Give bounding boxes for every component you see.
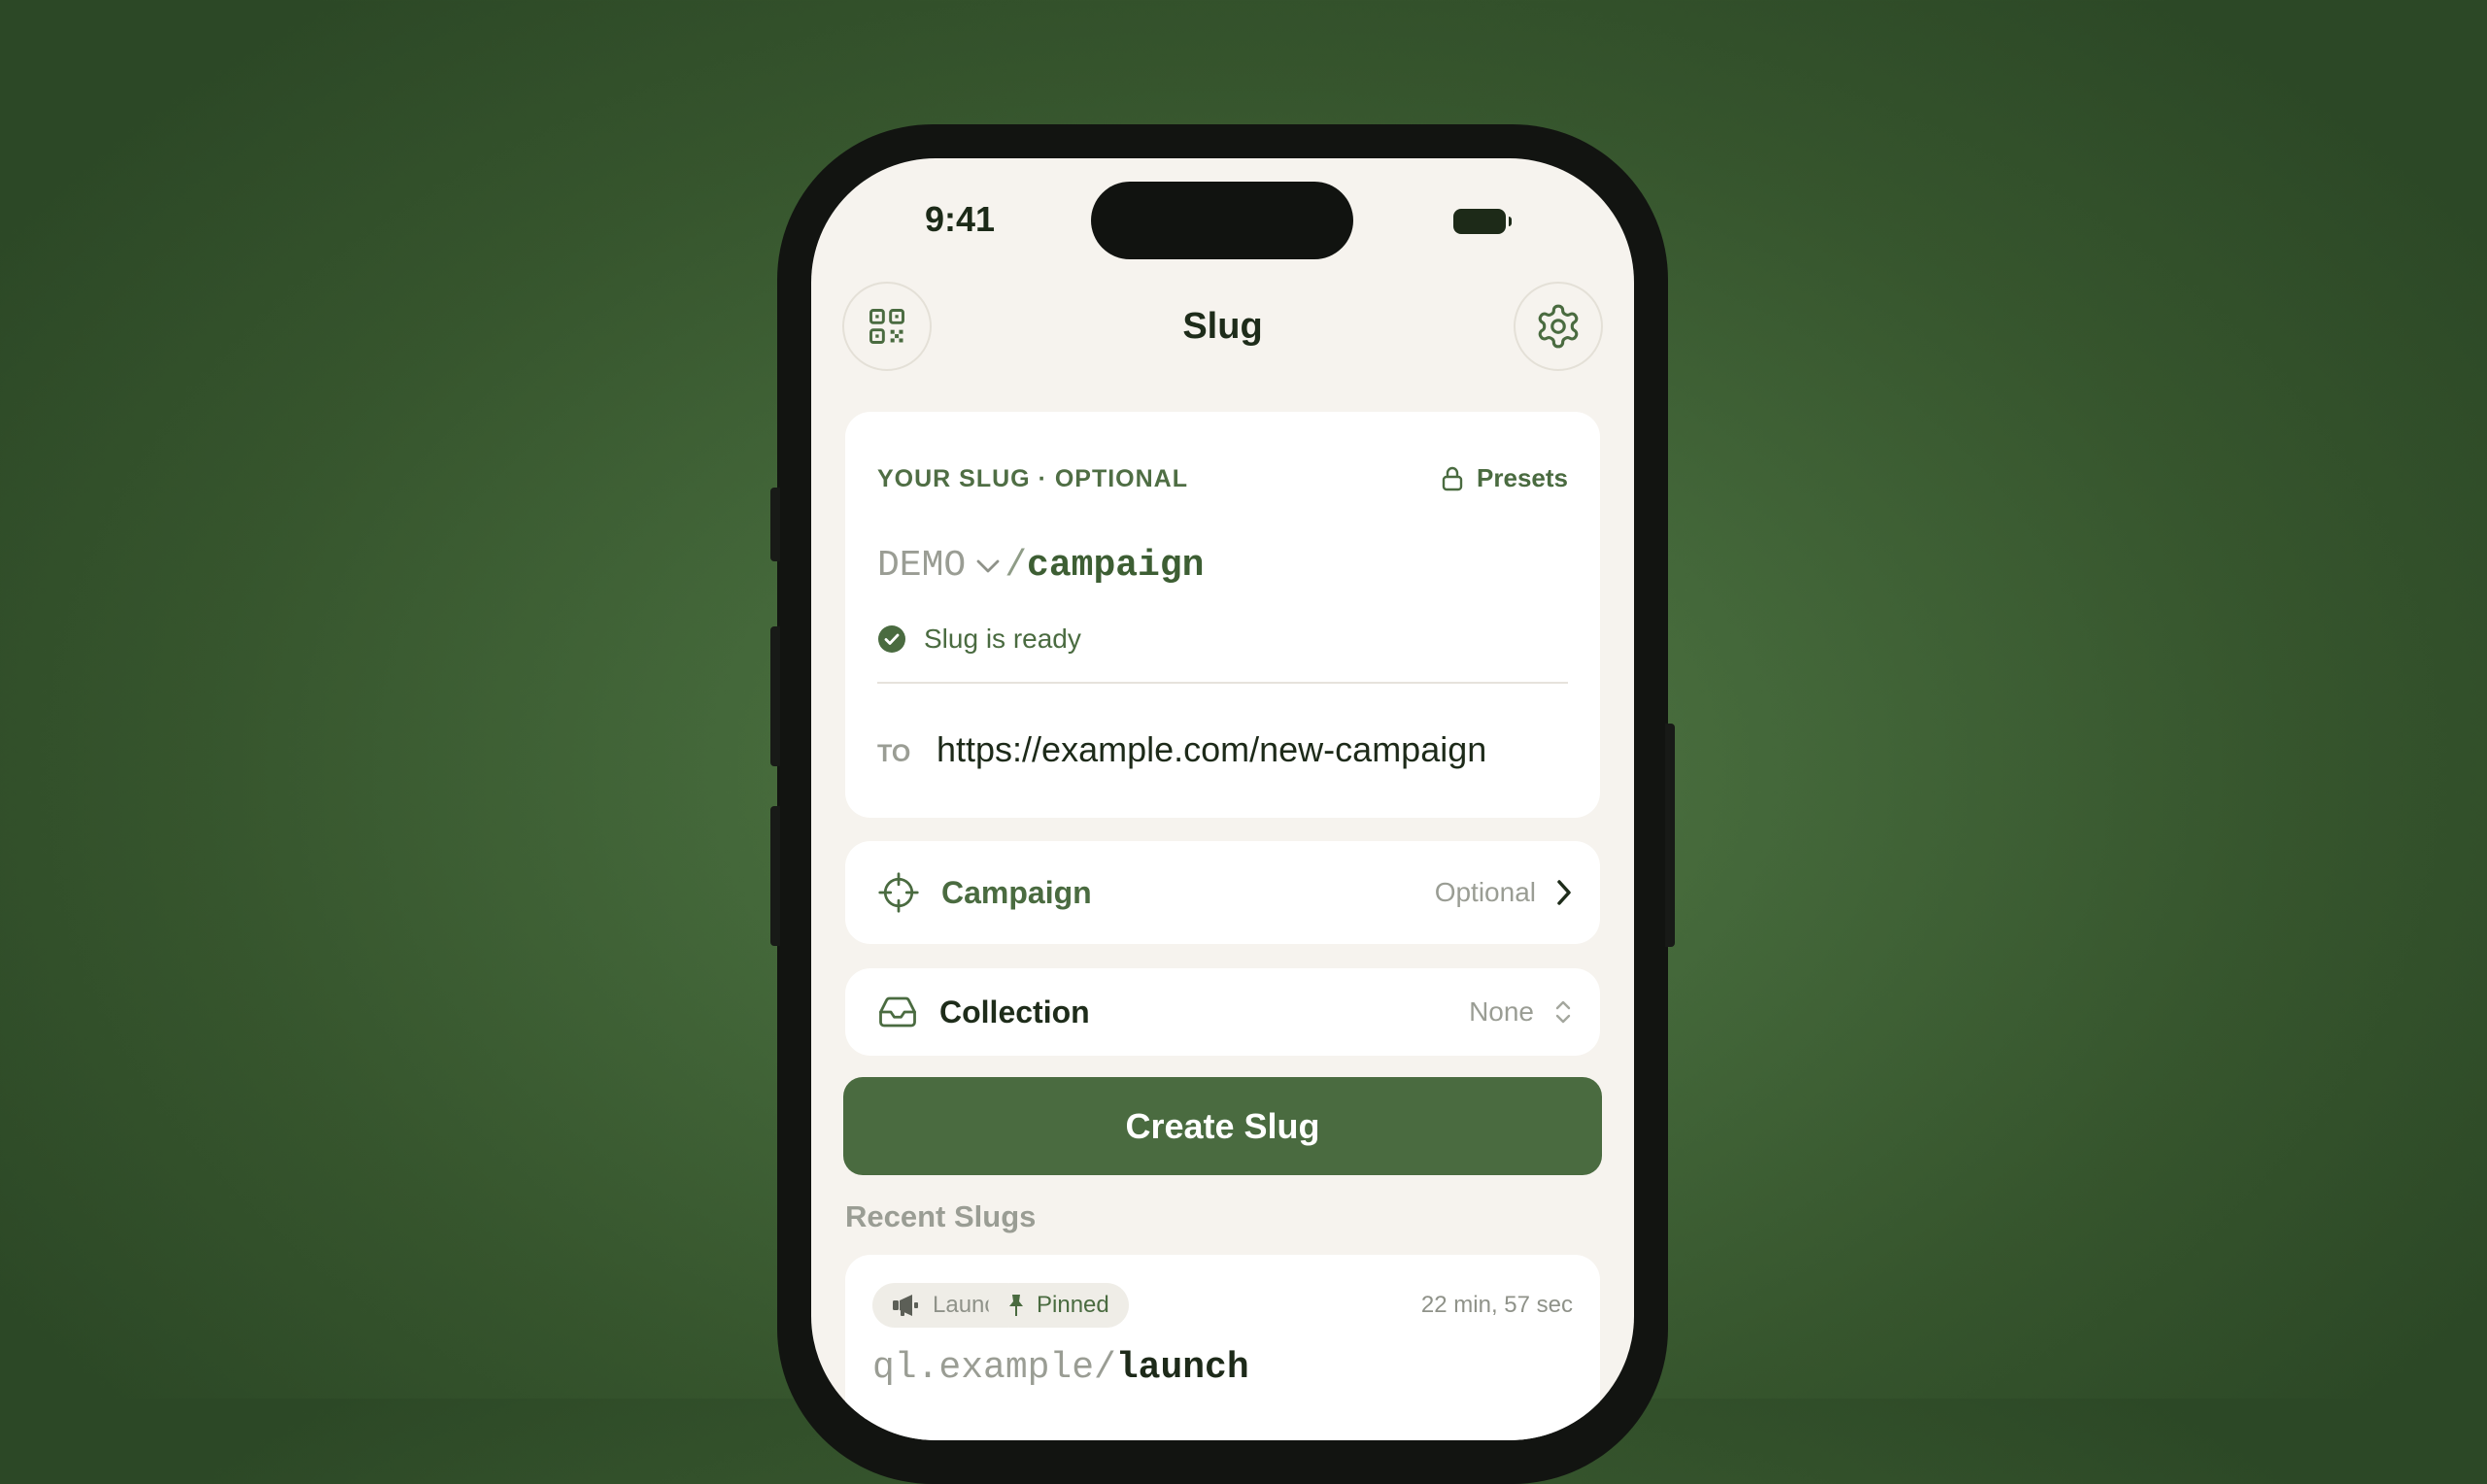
- check-circle-icon: [878, 625, 905, 653]
- chevron-right-icon: [1557, 880, 1571, 905]
- page-title: Slug: [1182, 306, 1263, 347]
- recent-slugs-heading: Recent Slugs: [845, 1199, 1037, 1233]
- collection-value: None: [1469, 996, 1534, 1027]
- collection-row[interactable]: Collection None: [845, 968, 1600, 1056]
- phone-screen: 9:41 Slug YOUR SLUG · OPTIONAL Presets D…: [811, 158, 1634, 1440]
- slug-path[interactable]: campaign: [1027, 545, 1204, 587]
- chevron-up-down-icon: [1555, 1000, 1571, 1024]
- campaign-row[interactable]: Campaign Optional: [845, 841, 1600, 944]
- status-time: 9:41: [925, 199, 996, 239]
- domain-selector[interactable]: DEMO: [877, 545, 966, 587]
- volume-down-button: [770, 806, 780, 946]
- slug-status-text: Slug is ready: [924, 624, 1081, 654]
- chevron-down-icon[interactable]: [975, 556, 1001, 576]
- battery-icon: [1453, 209, 1512, 234]
- to-label: TO: [877, 740, 911, 767]
- slug-input[interactable]: DEMO / campaign: [877, 545, 1204, 587]
- pin-icon: [1009, 1295, 1023, 1316]
- power-button: [1665, 724, 1675, 947]
- tag-label: Pinned: [1037, 1292, 1109, 1318]
- megaphone-icon: [893, 1295, 918, 1316]
- short-link-path: launch: [1115, 1347, 1249, 1389]
- slug-separator: /: [1005, 545, 1028, 587]
- slug-section-label: YOUR SLUG · OPTIONAL: [877, 465, 1188, 492]
- presets-label: Presets: [1477, 463, 1568, 492]
- destination-url-input[interactable]: https://example.com/new-campaign: [937, 729, 1486, 770]
- create-slug-button[interactable]: Create Slug: [843, 1077, 1602, 1175]
- phone-side-button: [770, 488, 780, 561]
- campaign-value: Optional: [1434, 877, 1536, 907]
- tag-chip-pinned: Pinned: [988, 1283, 1129, 1328]
- volume-up-button: [770, 626, 780, 766]
- short-link[interactable]: ql.example/launch: [872, 1347, 1249, 1389]
- divider: [877, 682, 1568, 684]
- recent-slug-card[interactable]: Launch Pinned 22 min, 57 sec ql.example/…: [845, 1255, 1600, 1440]
- crosshair-icon: [878, 872, 919, 913]
- slug-card: YOUR SLUG · OPTIONAL Presets DEMO / camp…: [845, 412, 1600, 818]
- tray-icon: [879, 996, 916, 1028]
- settings-button[interactable]: [1514, 282, 1603, 371]
- slug-age: 22 min, 57 sec: [1420, 1292, 1573, 1318]
- dynamic-island: [1091, 182, 1353, 259]
- presets-button[interactable]: Presets: [1442, 463, 1568, 493]
- gear-icon: [1538, 304, 1579, 349]
- campaign-label: Campaign: [941, 874, 1092, 910]
- collection-label: Collection: [939, 994, 1090, 1029]
- short-link-domain: ql.example/: [872, 1347, 1116, 1389]
- lock-icon: [1442, 466, 1463, 490]
- slug-status: Slug is ready: [877, 624, 1081, 655]
